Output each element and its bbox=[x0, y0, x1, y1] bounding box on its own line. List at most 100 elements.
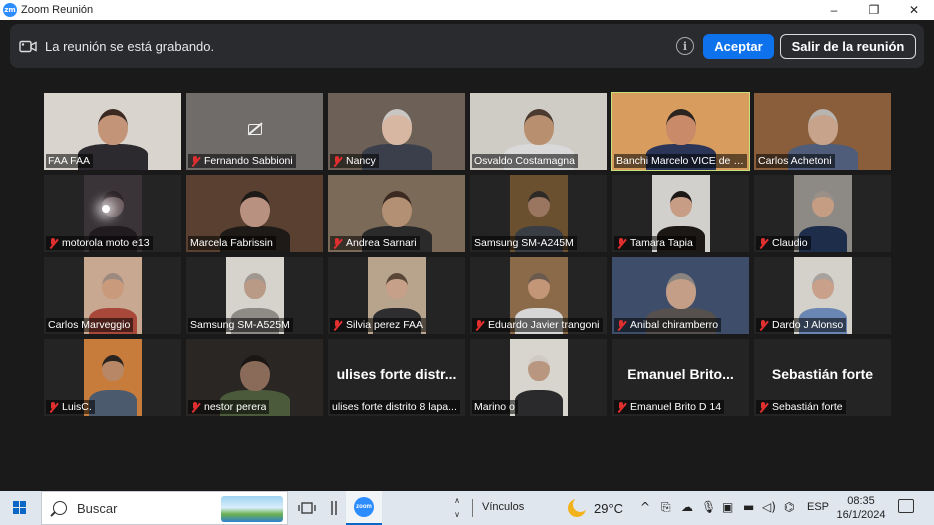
zoom-logo-icon: zm bbox=[3, 3, 17, 17]
taskbar-search-box[interactable]: Buscar bbox=[41, 491, 288, 525]
windows-start-icon[interactable] bbox=[13, 501, 27, 515]
network-icon[interactable]: ⌬ bbox=[784, 500, 794, 514]
participant-head bbox=[381, 109, 412, 145]
links-toolbar[interactable]: Vínculos bbox=[482, 501, 524, 513]
show-hidden-icons-icon[interactable]: ^ bbox=[640, 500, 650, 514]
participant-tile[interactable]: Samsung SM-A525M bbox=[186, 257, 323, 334]
taskbar-clock[interactable]: 08:35 16/1/2024 bbox=[836, 494, 886, 522]
muted-microphone-icon bbox=[332, 319, 342, 331]
participant-tile[interactable]: Samsung SM-A245M bbox=[470, 175, 607, 252]
participant-name: Emanuel Brito D 14 bbox=[630, 401, 722, 413]
participant-tile[interactable]: Marino o bbox=[470, 339, 607, 416]
participant-name-bar: Dardo J Alonso bbox=[756, 318, 847, 332]
participant-name-bar: motorola moto e13 bbox=[46, 236, 153, 250]
participant-head bbox=[527, 355, 550, 382]
participant-name: Marcela Fabrissin bbox=[190, 237, 273, 249]
microphone-icon[interactable]: 🎙 bbox=[701, 500, 716, 514]
taskbar-scroll-chevrons[interactable]: ∧ ∨ bbox=[451, 494, 463, 522]
participant-tile[interactable]: Dardo J Alonso bbox=[754, 257, 891, 334]
light-glare bbox=[101, 205, 110, 213]
participant-name-bar: Samsung SM-A245M bbox=[472, 236, 577, 250]
participant-name-bar: Andrea Sarnari bbox=[330, 236, 420, 250]
participant-tile[interactable]: Emanuel Brito... Emanuel Brito D 14 bbox=[612, 339, 749, 416]
participant-tile[interactable]: nestor perera bbox=[186, 339, 323, 416]
participant-tile[interactable]: Marcela Fabrissin bbox=[186, 175, 323, 252]
participant-name-bar: Marcela Fabrissin bbox=[188, 236, 276, 250]
participant-tile[interactable]: Anibal chiramberro bbox=[612, 257, 749, 334]
participant-head bbox=[527, 191, 550, 218]
participant-name-bar: ulises forte distrito 8 lapa... bbox=[330, 400, 460, 414]
participant-tile[interactable]: Carlos Achetoni bbox=[754, 93, 891, 170]
participant-name-bar: Fernando Sabbioni bbox=[188, 154, 296, 168]
participant-name-bar: Emanuel Brito D 14 bbox=[614, 400, 725, 414]
muted-microphone-icon bbox=[190, 401, 200, 413]
participant-tile[interactable]: motorola moto e13 bbox=[44, 175, 181, 252]
participant-name-bar: Marino o bbox=[472, 400, 518, 414]
weather-moon-icon[interactable] bbox=[568, 497, 588, 517]
participant-name: Osvaldo Costamagna bbox=[474, 155, 575, 167]
participant-name: Samsung SM-A525M bbox=[190, 319, 290, 331]
muted-microphone-icon bbox=[48, 237, 58, 249]
participant-name-bar: Osvaldo Costamagna bbox=[472, 154, 578, 168]
participant-tile[interactable]: Andrea Sarnari bbox=[328, 175, 465, 252]
participant-tile[interactable]: Tamara Tapia bbox=[612, 175, 749, 252]
capture-icon[interactable]: ▣ bbox=[722, 500, 733, 514]
task-view-icon[interactable] bbox=[298, 500, 316, 516]
participant-name: LuisC. bbox=[62, 401, 92, 413]
volume-icon[interactable]: ◁) bbox=[762, 500, 776, 514]
participant-name: Carlos Marveggio bbox=[48, 319, 131, 331]
participant-name: Carlos Achetoni bbox=[758, 155, 832, 167]
participant-tile[interactable]: Banchi Marcelo VICE de F... bbox=[611, 92, 750, 171]
accept-button[interactable]: Aceptar bbox=[703, 34, 774, 59]
search-label: Buscar bbox=[77, 500, 118, 516]
recording-camera-icon bbox=[19, 40, 37, 53]
leave-meeting-button[interactable]: Salir de la reunión bbox=[780, 34, 916, 59]
participant-head bbox=[97, 109, 128, 145]
participant-name-bar: Claudio bbox=[756, 236, 811, 250]
close-button[interactable]: ✕ bbox=[894, 0, 934, 20]
onedrive-icon[interactable]: ☁ bbox=[681, 500, 693, 514]
participant-name: Eduardo Javier trangoni bbox=[488, 319, 600, 331]
participant-tile[interactable]: Claudio bbox=[754, 175, 891, 252]
participant-name: Nancy bbox=[346, 155, 376, 167]
muted-microphone-icon bbox=[758, 319, 768, 331]
input-language-indicator[interactable]: ESP bbox=[807, 501, 829, 513]
window-titlebar: zm Zoom Reunión – ❐ ✕ bbox=[0, 0, 934, 20]
participant-tile[interactable]: Eduardo Javier trangoni bbox=[470, 257, 607, 334]
participant-head bbox=[239, 355, 270, 391]
battery-icon[interactable]: ▬ bbox=[743, 500, 754, 514]
participant-tile[interactable]: Sebastián forte Sebastián forte bbox=[754, 339, 891, 416]
muted-microphone-icon bbox=[758, 237, 768, 249]
muted-microphone-icon bbox=[332, 155, 342, 167]
participant-tile[interactable]: Silvia perez FAA bbox=[328, 257, 465, 334]
participant-tile[interactable]: LuisC. bbox=[44, 339, 181, 416]
notifications-icon[interactable] bbox=[898, 499, 914, 513]
participant-name: nestor perera bbox=[204, 401, 267, 413]
participant-body bbox=[514, 390, 563, 416]
window-controls: – ❐ ✕ bbox=[814, 0, 934, 20]
participant-tile[interactable]: Nancy bbox=[328, 93, 465, 170]
participant-tile[interactable]: Carlos Marveggio bbox=[44, 257, 181, 334]
zoom-taskbar-button[interactable]: zoom bbox=[346, 491, 382, 525]
minimize-button[interactable]: – bbox=[814, 0, 854, 20]
participant-name: Sebastián forte bbox=[772, 401, 843, 413]
participant-tile[interactable]: ulises forte distr... ulises forte distri… bbox=[328, 339, 465, 416]
participant-head bbox=[239, 191, 270, 227]
participant-name-bar: nestor perera bbox=[188, 400, 270, 414]
muted-microphone-icon bbox=[616, 319, 626, 331]
participant-tile[interactable]: Fernando Sabbioni bbox=[186, 93, 323, 170]
meet-now-icon[interactable]: ⎘ bbox=[661, 500, 671, 515]
participant-tile[interactable]: FAA FAA bbox=[44, 93, 181, 170]
participant-head bbox=[665, 109, 696, 145]
participant-tile[interactable]: Osvaldo Costamagna bbox=[470, 93, 607, 170]
participant-name-bar: Nancy bbox=[330, 154, 379, 168]
participant-name-bar: Samsung SM-A525M bbox=[188, 318, 293, 332]
pinned-app-icon[interactable] bbox=[331, 500, 337, 516]
participant-head bbox=[811, 273, 834, 300]
participant-name-bar: Sebastián forte bbox=[756, 400, 846, 414]
participant-display-name: Sebastián forte bbox=[771, 366, 874, 382]
restore-button[interactable]: ❐ bbox=[854, 0, 894, 20]
weather-temperature[interactable]: 29°C bbox=[594, 501, 623, 516]
participant-name: Banchi Marcelo VICE de F... bbox=[616, 155, 744, 167]
info-icon[interactable]: i bbox=[676, 37, 694, 55]
